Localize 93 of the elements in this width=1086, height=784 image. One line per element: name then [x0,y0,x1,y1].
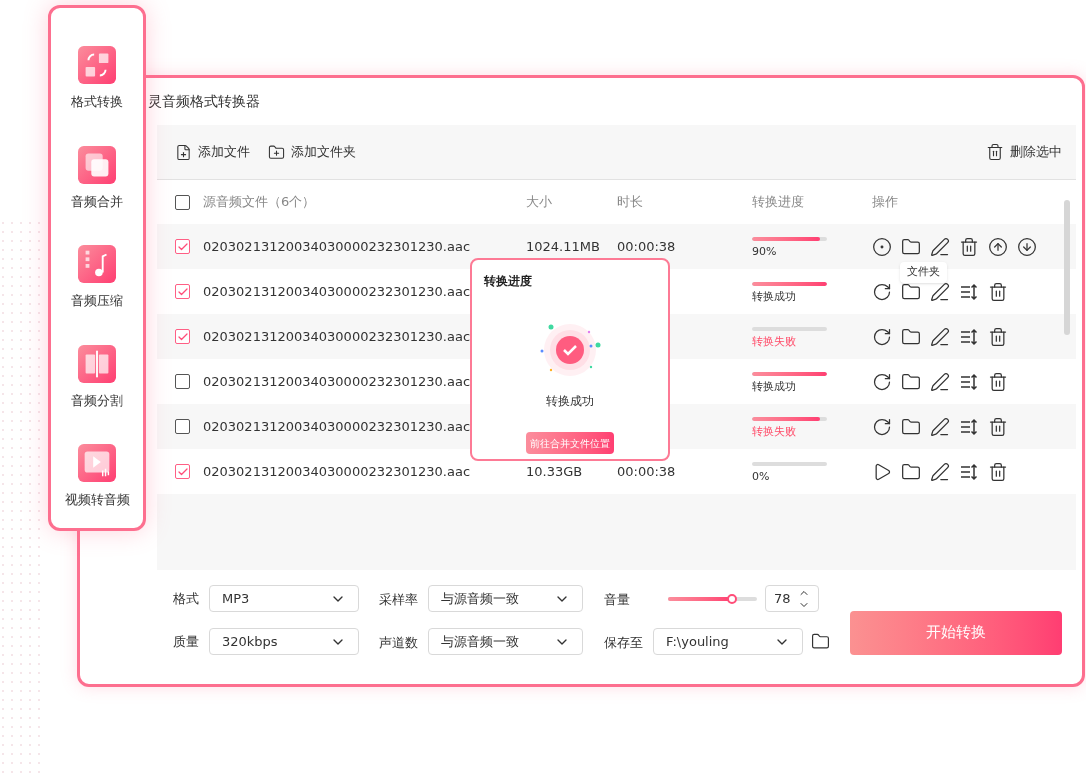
pencil-icon[interactable] [930,236,950,257]
trash-icon[interactable] [959,236,979,257]
checkbox[interactable] [175,284,190,299]
setting-label: 音量 [604,591,630,607]
stop-icon[interactable] [872,236,892,257]
file-duration: 00:00:38 [617,463,676,479]
setting-label: 声道数 [379,634,418,650]
retry-icon[interactable] [872,326,892,347]
progress-status: 转换成功 [752,288,797,305]
sort-icon[interactable] [959,416,979,437]
file-name: 02030213120034030000232301230.aac [203,463,471,479]
folder-icon[interactable] [901,326,921,347]
trash-icon[interactable] [988,461,1008,482]
folder-icon[interactable] [901,371,921,392]
retry-icon[interactable] [872,371,892,392]
add-file-button[interactable]: 添加文件 [175,142,250,162]
file-name: 02030213120034030000232301230.aac [203,283,471,299]
retry-icon[interactable] [872,416,892,437]
trash-icon[interactable] [988,281,1008,302]
sort-icon[interactable] [959,326,979,347]
trash-icon[interactable] [988,326,1008,347]
format-select[interactable]: MP3 [209,585,359,612]
window-title: 灵音频格式转换器 [148,92,260,111]
compress-icon [78,245,116,283]
folder-icon[interactable] [901,461,921,482]
file-name: 02030213120034030000232301230.aac [203,238,471,254]
split-icon [78,344,116,383]
checkbox[interactable] [175,329,190,344]
setting-label: 质量 [173,632,199,651]
setting-label: 采样率 [379,591,418,607]
sidebar-item[interactable]: 格式转换 [67,42,127,116]
sort-icon[interactable] [959,281,979,302]
folder-plus-icon [268,143,285,161]
pencil-icon[interactable] [930,371,950,392]
progress-status: 转换成功 [752,378,797,395]
trash-icon [986,143,1004,161]
popup-status: 转换成功 [546,393,594,410]
quality-select[interactable]: 320kbps [209,628,359,655]
file-size: 1024.11MB [526,238,600,254]
setting-label: 格式 [173,589,199,608]
setting-label: 保存至 [604,634,643,650]
merge-icon [78,145,116,184]
progress-status: 转换失败 [752,423,797,440]
checkbox[interactable] [175,419,190,434]
folder-icon[interactable] [811,632,830,651]
pencil-icon[interactable] [930,281,950,302]
sidebar-item[interactable]: 音频合并 [67,141,127,215]
save-path-select[interactable]: F:\youling [653,628,803,655]
checkbox[interactable] [175,194,190,210]
folder-icon[interactable] [901,416,921,437]
channels-select[interactable]: 与源音频一致 [428,628,583,655]
move-down-icon[interactable] [1017,236,1037,257]
pencil-icon[interactable] [930,416,950,437]
sidebar-item[interactable]: 音频分割 [67,340,127,414]
file-size: 10.33GB [526,463,583,479]
progress-status: 转换失败 [752,333,797,350]
checkbox[interactable] [175,464,190,479]
popup-title: 转换进度 [484,273,532,290]
file-plus-icon [175,143,192,161]
retry-icon[interactable] [872,281,892,302]
volume-input[interactable]: 78 [765,585,819,612]
slider-thumb[interactable] [727,593,738,604]
folder-icon[interactable] [901,236,921,257]
column-header: 大小 [526,193,553,212]
progress-status: 90% [752,243,778,260]
file-name: 02030213120034030000232301230.aac [203,418,471,434]
sort-icon[interactable] [959,371,979,392]
move-up-icon[interactable] [988,236,1008,257]
trash-icon[interactable] [988,416,1008,437]
volume-slider[interactable] [668,596,757,601]
checkbox[interactable] [175,374,190,389]
trash-icon[interactable] [988,371,1008,392]
sample-rate-select[interactable]: 与源音频一致 [428,585,583,612]
column-header: 操作 [872,193,898,212]
file-name: 02030213120034030000232301230.aac [203,373,471,389]
sort-icon[interactable] [959,461,979,482]
video-icon [78,444,116,482]
sidebar-item[interactable]: 视频转音频 [60,440,134,514]
file-duration: 00:00:38 [617,238,676,254]
progress-status: 0% [752,468,771,485]
tooltip: 文件夹 [900,262,947,283]
delete-selected-button[interactable]: 删除选中 [986,142,1062,162]
file-name: 02030213120034030000232301230.aac [203,328,471,344]
convert-icon [78,46,116,84]
column-header: 转换进度 [752,193,805,212]
add-folder-button[interactable]: 添加文件夹 [268,142,356,162]
checkbox[interactable] [175,239,190,254]
pencil-icon[interactable] [930,461,950,482]
column-header: 时长 [617,193,644,212]
column-header: 源音频文件（6个） [203,193,317,212]
folder-icon[interactable] [901,281,921,302]
pencil-icon[interactable] [930,326,950,347]
sidebar-item[interactable]: 音频压缩 [67,241,127,315]
